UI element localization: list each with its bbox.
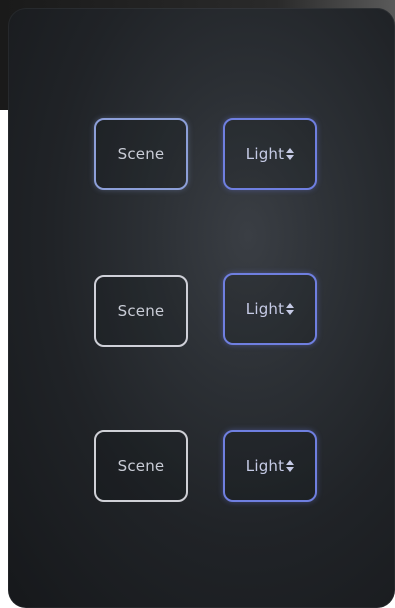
light-button-label: Light bbox=[245, 145, 285, 163]
light-button-label: Light bbox=[245, 300, 285, 318]
light-button-2[interactable]: Light bbox=[223, 273, 317, 345]
up-down-arrows-icon bbox=[286, 303, 295, 315]
scene-button-label: Scene bbox=[117, 457, 165, 475]
light-button-3[interactable]: Light bbox=[223, 430, 317, 502]
light-button-label: Light bbox=[245, 457, 285, 475]
light-button-1[interactable]: Light bbox=[223, 118, 317, 190]
scene-button-1[interactable]: Scene bbox=[94, 118, 188, 190]
scene-button-2[interactable]: Scene bbox=[94, 275, 188, 347]
scene-button-label: Scene bbox=[117, 302, 165, 320]
scene-button-label: Scene bbox=[117, 145, 165, 163]
up-down-arrows-icon bbox=[286, 460, 295, 472]
up-down-arrows-icon bbox=[286, 148, 295, 160]
scene-button-3[interactable]: Scene bbox=[94, 430, 188, 502]
switch-panel: Scene Light Scene Light Scene Light bbox=[8, 8, 395, 608]
